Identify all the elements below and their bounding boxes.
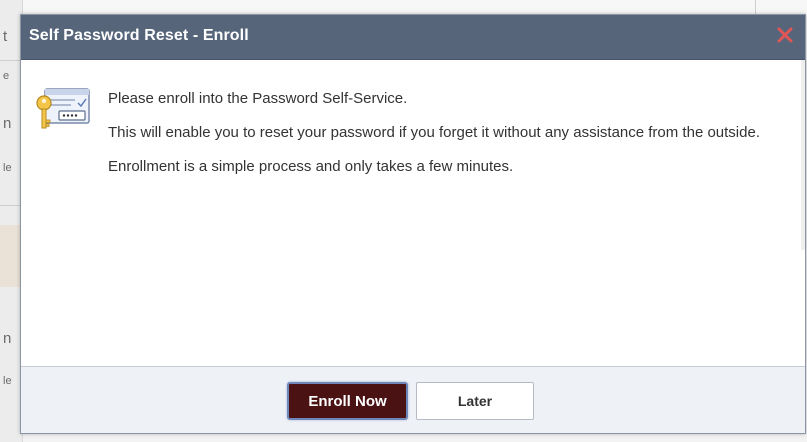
- background-text-fragment: le: [3, 375, 12, 387]
- key-password-icon: [35, 87, 91, 131]
- later-button[interactable]: Later: [416, 382, 534, 420]
- background-text-fragment: n: [3, 115, 12, 132]
- background-divider: [0, 205, 22, 206]
- dialog-body: Please enroll into the Password Self-Ser…: [21, 60, 805, 366]
- message-paragraph: Please enroll into the Password Self-Ser…: [108, 90, 408, 107]
- background-divider: [755, 0, 756, 14]
- dialog-header: Self Password Reset - Enroll: [21, 15, 805, 60]
- background-text-fragment: e: [3, 70, 10, 82]
- message-paragraph: Enrollment is a simple process and only …: [108, 158, 514, 175]
- enroll-now-button[interactable]: Enroll Now: [287, 382, 408, 420]
- enroll-dialog: Self Password Reset - Enroll Please enro…: [20, 14, 806, 434]
- background-text-fragment: le: [3, 162, 12, 174]
- background-highlight-row: [0, 225, 22, 287]
- dialog-title: Self Password Reset - Enroll: [29, 27, 249, 44]
- background-divider: [0, 60, 22, 61]
- dialog-message: Please enroll into the Password Self-Ser…: [108, 88, 798, 190]
- message-paragraph: This will enable you to reset your passw…: [108, 124, 760, 141]
- dialog-scroll-edge: [801, 60, 805, 250]
- background-text-fragment: t: [3, 28, 8, 45]
- background-top-strip: [22, 0, 807, 14]
- dialog-footer: Enroll Now Later: [21, 366, 805, 433]
- background-text-fragment: n: [3, 330, 12, 347]
- close-x-icon[interactable]: [775, 25, 795, 45]
